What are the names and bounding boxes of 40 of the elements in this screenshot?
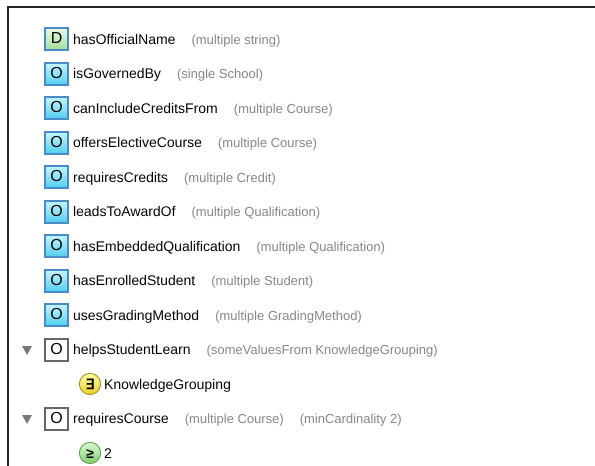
property-detail: (multiple Qualification) (191, 203, 320, 221)
property-detail: (minCardinality 2) (300, 410, 402, 428)
property-type-icon: O (44, 96, 69, 120)
property-type-icon: O (44, 338, 69, 362)
property-type-icon: O (44, 268, 69, 293)
restriction-value[interactable]: 2 (104, 442, 112, 464)
expanded-triangle-icon[interactable] (22, 344, 32, 355)
property-name[interactable]: hasOfficialName (73, 28, 176, 50)
property-name[interactable]: requiresCourse (73, 408, 169, 430)
restriction-icon: ∃ (79, 373, 101, 396)
property-detail: (multiple Student) (211, 272, 314, 290)
property-detail: (multiple Credit) (184, 168, 276, 187)
property-type-icon: O (44, 200, 69, 224)
property-name[interactable]: hasEmbeddedQualification (73, 236, 240, 257)
property-type-icon: D (44, 27, 69, 52)
property-name[interactable]: helpsStudentLearn (73, 339, 191, 360)
restriction-icon: ≥ (79, 442, 101, 464)
property-type-icon: O (44, 234, 69, 258)
property-detail: (multiple Course) (218, 134, 317, 152)
property-type-icon: O (44, 303, 69, 328)
property-type-icon: O (44, 130, 69, 155)
property-detail: (multiple Course) (184, 410, 284, 428)
property-type-icon: O (44, 406, 69, 431)
restriction-value[interactable]: KnowledgeGrouping (104, 374, 231, 395)
property-name[interactable]: offersElectiveCourse (73, 132, 202, 154)
property-type-icon: O (44, 62, 69, 86)
property-type-icon: O (44, 165, 69, 190)
property-name[interactable]: isGovernedBy (73, 63, 161, 84)
property-detail: (multiple string) (191, 30, 280, 49)
property-detail: (multiple Course) (234, 100, 333, 118)
property-name[interactable]: canIncludeCreditsFrom (73, 98, 218, 119)
property-name[interactable]: leadsToAwardOf (73, 201, 176, 222)
property-detail: (multiple Qualification) (256, 238, 385, 256)
property-name[interactable]: hasEnrolledStudent (73, 270, 196, 292)
expanded-triangle-icon[interactable] (22, 414, 32, 424)
property-name[interactable]: usesGradingMethod (73, 304, 200, 326)
property-name[interactable]: requiresCredits (73, 166, 168, 188)
property-detail: (single School) (176, 65, 263, 83)
property-detail: (multiple GradingMethod) (215, 306, 362, 325)
property-detail: (someValuesFrom KnowledgeGrouping) (206, 341, 438, 359)
